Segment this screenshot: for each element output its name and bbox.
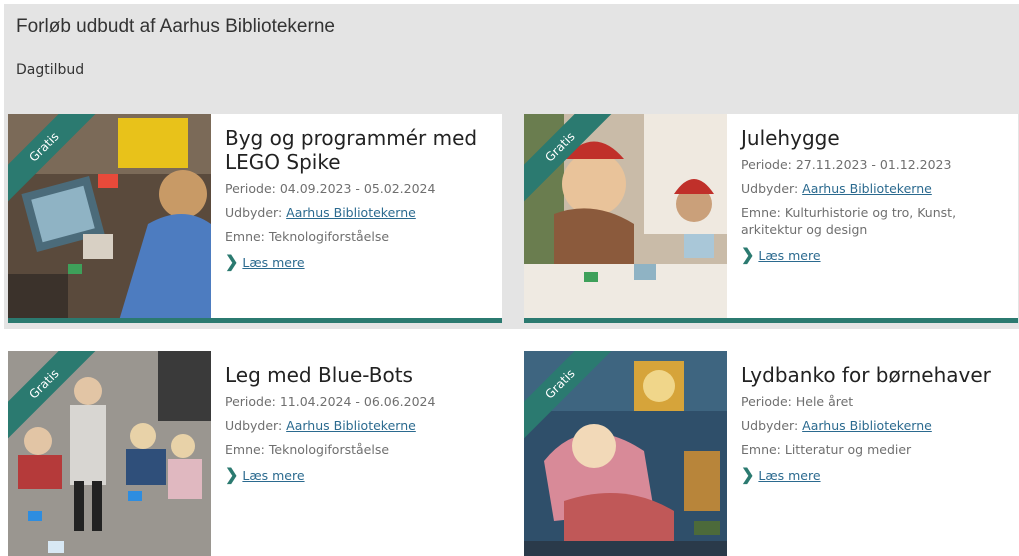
provider-label: Udbyder: xyxy=(741,181,799,196)
read-more-label[interactable]: Læs mere xyxy=(758,248,820,263)
course-image-blue-bots[interactable]: Gratis xyxy=(8,351,211,556)
course-provider: Udbyder: Aarhus Bibliotekerne xyxy=(225,204,492,221)
chevron-right-icon: ❯ xyxy=(741,467,755,484)
course-title[interactable]: Leg med Blue-Bots xyxy=(225,363,492,387)
read-more-label[interactable]: Læs mere xyxy=(758,468,820,483)
read-more-link[interactable]: ❯ Læs mere xyxy=(225,252,492,272)
course-subject: Emne: Teknologiforståelse xyxy=(225,229,390,244)
course-period: Periode: 11.04.2024 - 06.06.2024 xyxy=(225,394,436,409)
course-provider: Udbyder: Aarhus Bibliotekerne xyxy=(225,417,492,434)
course-subject: Emne: Kulturhistorie og tro, Kunst, arki… xyxy=(741,205,957,237)
course-title[interactable]: Byg og programmér med LEGO Spike xyxy=(225,126,492,174)
course-card-lego-spike[interactable]: Gratis Byg og programmér med LEGO Spike … xyxy=(8,114,502,323)
course-card-blue-bots[interactable]: Gratis Leg med Blue-Bots Periode: 11.04.… xyxy=(8,351,502,556)
provider-label: Udbyder: xyxy=(225,418,283,433)
course-info: Leg med Blue-Bots Periode: 11.04.2024 - … xyxy=(225,363,492,485)
course-info: Byg og programmér med LEGO Spike Periode… xyxy=(225,126,492,272)
provider-link[interactable]: Aarhus Bibliotekerne xyxy=(802,181,932,196)
course-subject: Emne: Litteratur og medier xyxy=(741,442,912,457)
read-more-label[interactable]: Læs mere xyxy=(242,255,304,270)
provider-label: Udbyder: xyxy=(741,418,799,433)
chevron-right-icon: ❯ xyxy=(225,467,239,484)
page-title: Forløb udbudt af Aarhus Bibliotekerne xyxy=(16,16,335,37)
course-info: Lydbanko for børnehaver Periode: Hele år… xyxy=(741,363,1008,485)
course-title[interactable]: Julehygge xyxy=(741,126,1008,150)
course-subject: Emne: Teknologiforståelse xyxy=(225,442,390,457)
read-more-link[interactable]: ❯ Læs mere xyxy=(741,245,1008,265)
course-period: Periode: Hele året xyxy=(741,394,854,409)
audience-heading: Dagtilbud xyxy=(16,62,85,78)
course-info: Julehygge Periode: 27.11.2023 - 01.12.20… xyxy=(741,126,1008,265)
provider-link[interactable]: Aarhus Bibliotekerne xyxy=(286,205,416,220)
course-card-julehygge[interactable]: Gratis Julehygge Periode: 27.11.2023 - 0… xyxy=(524,114,1018,323)
course-card-lydbanko[interactable]: Gratis Lydbanko for børnehaver Periode: … xyxy=(524,351,1018,556)
provider-link[interactable]: Aarhus Bibliotekerne xyxy=(802,418,932,433)
course-provider: Udbyder: Aarhus Bibliotekerne xyxy=(741,417,1008,434)
course-period: Periode: 04.09.2023 - 05.02.2024 xyxy=(225,181,436,196)
read-more-label[interactable]: Læs mere xyxy=(242,468,304,483)
read-more-link[interactable]: ❯ Læs mere xyxy=(225,465,492,485)
course-provider: Udbyder: Aarhus Bibliotekerne xyxy=(741,180,1008,197)
course-period: Periode: 27.11.2023 - 01.12.2023 xyxy=(741,157,952,172)
chevron-right-icon: ❯ xyxy=(225,254,239,271)
read-more-link[interactable]: ❯ Læs mere xyxy=(741,465,1008,485)
course-image-lydbanko[interactable]: Gratis xyxy=(524,351,727,556)
course-image-julehygge[interactable]: Gratis xyxy=(524,114,727,318)
provider-label: Udbyder: xyxy=(225,205,283,220)
provider-link[interactable]: Aarhus Bibliotekerne xyxy=(286,418,416,433)
course-title[interactable]: Lydbanko for børnehaver xyxy=(741,363,1008,387)
course-image-lego-spike[interactable]: Gratis xyxy=(8,114,211,318)
chevron-right-icon: ❯ xyxy=(741,247,755,264)
